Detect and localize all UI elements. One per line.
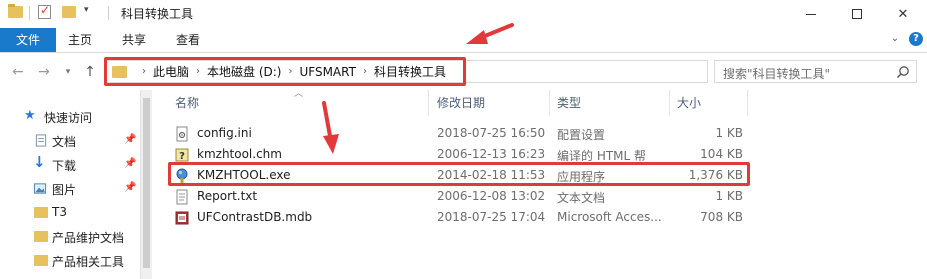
folder-icon [34, 255, 48, 266]
pin-icon[interactable]: 📌 [124, 182, 136, 193]
sidebar-item-pictures[interactable]: 图片 📌 [0, 177, 140, 201]
column-divider[interactable] [428, 90, 429, 116]
search-icon [896, 66, 909, 79]
file-row[interactable]: UFContrastDB.mdb 2018-07-25 17:04 Micros… [153, 207, 927, 228]
file-size: 104 KB [700, 147, 743, 161]
back-button[interactable]: ← [10, 63, 26, 81]
file-date: 2018-07-25 16:50 [437, 126, 546, 140]
file-date: 2006-12-08 13:02 [437, 189, 546, 203]
picture-icon [33, 183, 47, 194]
column-header-type[interactable]: 类型 [557, 90, 581, 116]
folder-icon [34, 207, 48, 218]
quick-access-dropdown-icon[interactable]: ▾ [84, 5, 89, 15]
file-size: 1 KB [715, 189, 743, 203]
navigation-pane: ★ 快速访问 文档 📌 ↓ 下载 📌 图片 📌 T3 产品维护文档 产品相关工具 [0, 90, 140, 279]
text-file-icon [176, 189, 188, 205]
file-date: 2006-12-13 16:23 [437, 147, 546, 161]
address-highlight-box [104, 57, 466, 86]
ribbon: 文件 主页 共享 查看 ⌄ ? [0, 28, 927, 53]
file-name: UFContrastDB.mdb [197, 210, 313, 224]
expand-ribbon-icon[interactable]: ⌄ [889, 33, 901, 45]
file-name: Report.txt [197, 189, 258, 203]
maximize-icon [852, 9, 862, 19]
document-icon [35, 134, 47, 147]
minimize-icon [806, 13, 816, 15]
sidebar-item-downloads[interactable]: ↓ 下载 📌 [0, 153, 140, 177]
properties-icon[interactable] [38, 3, 51, 19]
help-icon[interactable]: ? [909, 32, 923, 46]
exe-row-highlight-box [168, 162, 750, 186]
pin-icon[interactable]: 📌 [124, 158, 136, 169]
file-size: 1 KB [715, 126, 743, 140]
new-folder-icon[interactable] [62, 6, 76, 18]
sidebar-item-product-tools[interactable]: 产品相关工具 [0, 249, 140, 273]
tab-home[interactable]: 主页 [58, 28, 102, 52]
maximize-button[interactable] [834, 0, 880, 28]
sidebar-item-product-docs[interactable]: 产品维护文档 [0, 225, 140, 249]
column-header-date[interactable]: 修改日期 [437, 90, 485, 116]
folder-icon [34, 231, 48, 242]
file-type: 配置设置 [557, 128, 606, 142]
pin-icon[interactable]: 📌 [124, 134, 136, 145]
recent-locations-icon[interactable]: ▾ [60, 63, 76, 81]
close-button[interactable]: ✕ [880, 0, 926, 28]
column-divider[interactable] [747, 90, 748, 116]
database-file-icon [175, 211, 189, 225]
sidebar-item-documents[interactable]: 文档 📌 [0, 129, 140, 153]
forward-button[interactable]: → [36, 63, 52, 81]
sidebar-scrollbar[interactable] [140, 90, 152, 279]
tab-file[interactable]: 文件 [0, 28, 56, 52]
minimize-button[interactable] [788, 0, 834, 28]
file-name: kmzhtool.chm [197, 147, 282, 161]
help-file-icon: ? [175, 148, 189, 162]
up-button[interactable]: ↑ [82, 63, 98, 81]
tab-share[interactable]: 共享 [112, 28, 156, 52]
search-input[interactable]: 搜索"科目转换工具" [714, 60, 917, 83]
column-divider[interactable] [669, 90, 670, 116]
close-icon: ✕ [897, 6, 909, 22]
file-name: config.ini [197, 126, 252, 140]
sidebar-item-t3[interactable]: T3 [0, 201, 140, 225]
tab-view[interactable]: 查看 [166, 28, 210, 52]
column-header-name[interactable]: 名称 [175, 90, 199, 116]
svg-text:?: ? [179, 151, 185, 162]
config-file-icon [176, 126, 188, 142]
separator [108, 6, 109, 20]
sort-ascending-icon: ︿ [294, 89, 304, 99]
file-size: 708 KB [700, 210, 743, 224]
search-placeholder: 搜索"科目转换工具" [723, 67, 831, 81]
file-row[interactable]: config.ini 2018-07-25 16:50 配置设置 1 KB [153, 123, 927, 144]
file-type: Microsoft Acces... [557, 210, 662, 224]
window-title: 科目转换工具 [121, 7, 194, 21]
download-icon: ↓ [33, 153, 46, 171]
star-icon: ★ [24, 108, 36, 123]
title-bar: ▾ 科目转换工具 ✕ [0, 0, 927, 28]
column-divider[interactable] [549, 90, 550, 116]
folder-icon [8, 4, 23, 18]
scrollbar-thumb[interactable] [143, 98, 150, 268]
sidebar-item-quick-access[interactable]: ★ 快速访问 [0, 105, 140, 129]
file-date: 2018-07-25 17:04 [437, 210, 546, 224]
separator [29, 6, 30, 20]
column-header-size[interactable]: 大小 [677, 90, 701, 116]
file-row[interactable]: Report.txt 2006-12-08 13:02 文本文档 1 KB [153, 186, 927, 207]
file-type: 文本文档 [557, 191, 606, 205]
